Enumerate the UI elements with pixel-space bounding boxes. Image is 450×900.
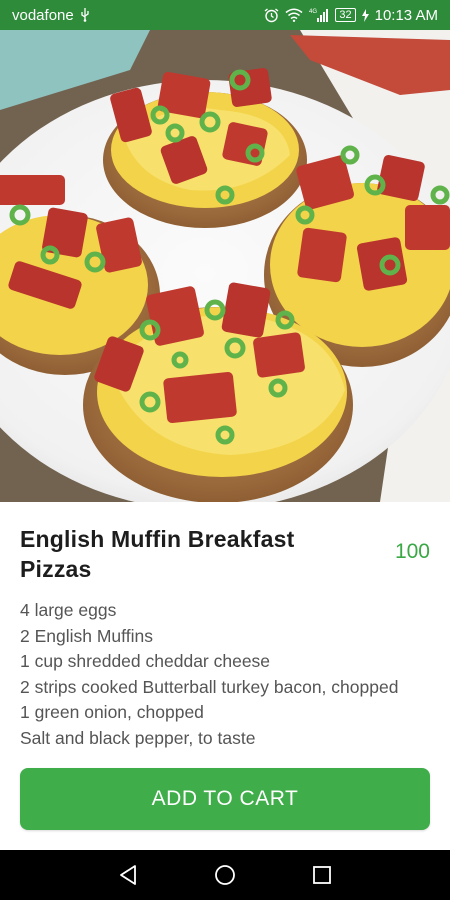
ingredient-item: 1 green onion, chopped — [20, 702, 204, 723]
home-icon[interactable] — [205, 855, 245, 895]
breakfast-pizza-photo — [0, 30, 450, 502]
usb-icon — [80, 8, 90, 22]
battery-icon: 32 — [335, 8, 356, 22]
add-to-cart-button[interactable]: ADD TO CART — [20, 768, 430, 830]
signal-icon: 4G — [309, 8, 329, 22]
clock: 10:13 AM — [374, 6, 438, 24]
recents-icon[interactable] — [302, 855, 342, 895]
product-title: English Muffin Breakfast Pizzas — [20, 526, 295, 582]
ingredient-item: 1 cup shredded cheddar cheese — [20, 651, 271, 672]
navigation-bar — [0, 850, 450, 900]
status-bar-right: 4G 32 10:13 AM — [264, 7, 438, 24]
back-icon[interactable] — [108, 855, 148, 895]
product-details: English Muffin Breakfast Pizzas 100 4 la… — [20, 524, 430, 752]
title-row: English Muffin Breakfast Pizzas 100 — [20, 524, 430, 584]
status-bar-left: vodafone — [12, 7, 90, 24]
carrier-label: vodafone — [12, 6, 74, 24]
wifi-icon — [285, 8, 303, 22]
product-price: 100 — [394, 540, 430, 563]
alarm-icon — [264, 7, 279, 23]
ingredient-item: Salt and black pepper, to taste — [20, 727, 256, 748]
status-bar: vodafone 4G 32 10:13 AM — [0, 0, 450, 30]
ingredient-list: 4 large eggs 2 English Muffins 1 cup shr… — [20, 598, 430, 752]
ingredient-item: 2 English Muffins — [20, 625, 153, 646]
battery-level: 32 — [339, 9, 352, 21]
product-image — [0, 30, 450, 502]
charging-icon — [361, 8, 369, 22]
ingredient-item: 2 strips cooked Butterball turkey bacon,… — [20, 676, 399, 697]
ingredient-item: 4 large eggs — [20, 600, 117, 620]
network-label: 4G — [309, 9, 317, 15]
